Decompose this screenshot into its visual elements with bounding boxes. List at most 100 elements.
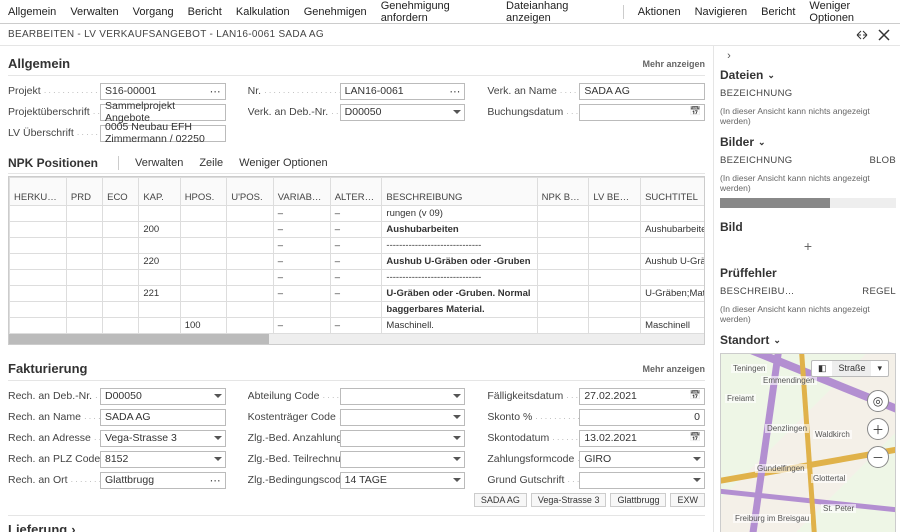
map-zoom-in-button[interactable]: ＋ xyxy=(867,418,889,440)
field-label: Skontodatum xyxy=(487,432,579,444)
field-input[interactable]: 8152 xyxy=(100,451,226,468)
factbox-bild[interactable]: Bild xyxy=(720,214,896,236)
map-city-label: Waldkirch xyxy=(813,430,852,439)
grid-col-header[interactable]: ALTERN. VAR. ERL. xyxy=(330,178,382,206)
map-zoom-out-button[interactable]: － xyxy=(867,446,889,468)
section-fakturierung: Fakturierung Mehr anzeigen xyxy=(8,355,705,381)
menu-item[interactable]: Vorgang xyxy=(133,6,174,18)
field-label: Rech. an PLZ Code/Ort xyxy=(8,453,100,465)
grid-col-header[interactable]: HERKUN… xyxy=(10,178,67,206)
map-layer-toggle[interactable]: ◧Straße▾ xyxy=(811,360,889,377)
projekt-input[interactable]: S16-00001 xyxy=(100,83,226,100)
grid-col-header[interactable]: LV BEGINN UNTERN… xyxy=(589,178,641,206)
factbox-bilder[interactable]: Bilder⌄ xyxy=(720,129,896,151)
field-input[interactable] xyxy=(340,430,466,447)
verk-deb-input[interactable]: D00050 xyxy=(340,104,466,121)
buchungsdatum-input[interactable] xyxy=(579,104,705,121)
table-row[interactable]: ––------------------------------ xyxy=(10,270,705,286)
chip[interactable]: SADA AG xyxy=(474,493,527,507)
field-label: Zlg.-Bedingungscode xyxy=(248,474,340,486)
field-input[interactable]: Glattbrugg xyxy=(100,472,226,489)
factbox-standort[interactable]: Standort⌄ xyxy=(720,327,896,349)
nr-input[interactable]: LAN16-0061 xyxy=(340,83,466,100)
verk-name-input[interactable]: SADA AG xyxy=(579,83,705,100)
field-label: Zlg.-Bed. Teilrechnung xyxy=(248,453,340,465)
grid-col-header[interactable]: NPK BEGINN UNTERN… xyxy=(537,178,589,206)
grid-col-header[interactable]: BESCHREIBUNG xyxy=(382,178,537,206)
field-input[interactable] xyxy=(340,388,466,405)
table-row[interactable]: 221––U-Gräben oder -Gruben. NormalU-Gräb… xyxy=(10,286,705,302)
field-label: Fälligkeitsdatum xyxy=(487,390,579,402)
field-input[interactable]: 0 xyxy=(579,409,705,426)
field-label: Rech. an Ort xyxy=(8,474,100,486)
table-row[interactable]: ––rungen (v 09) xyxy=(10,206,705,222)
lvueberschrift-input[interactable]: 0005 Neubau EFH Zimmermann / 02250 xyxy=(100,125,226,142)
page-title-bar: BEARBEITEN - LV VERKAUFSANGEBOT - LAN16-… xyxy=(0,24,900,46)
grid-col-header[interactable]: KAP. xyxy=(139,178,180,206)
menu-item[interactable]: Bericht xyxy=(188,6,222,18)
menu-item[interactable]: Navigieren xyxy=(695,6,748,18)
grid-col-header[interactable]: PRD xyxy=(66,178,102,206)
h-scrollbar[interactable] xyxy=(720,198,896,208)
field-input[interactable] xyxy=(340,409,466,426)
menu-item[interactable]: Kalkulation xyxy=(236,6,290,18)
npk-menu-item[interactable]: Weniger Optionen xyxy=(239,157,327,169)
grid-col-header[interactable]: U'POS. xyxy=(227,178,274,206)
section-lieferung[interactable]: Lieferung› xyxy=(8,515,705,532)
field-label: Grund Gutschrift xyxy=(487,474,579,486)
top-menu-bar: Allgemein Verwalten Vorgang Bericht Kalk… xyxy=(0,0,900,24)
main-content: Allgemein Mehr anzeigen ProjektS16-00001… xyxy=(0,46,714,532)
npk-menu-item[interactable]: Verwalten xyxy=(135,157,183,169)
menu-item[interactable]: Bericht xyxy=(761,6,795,18)
field-input[interactable]: D00050 xyxy=(100,388,226,405)
map-city-label: Glottertal xyxy=(811,474,847,483)
table-row[interactable]: 100––Maschinell.Maschinell1 xyxy=(10,318,705,334)
menu-item[interactable]: Aktionen xyxy=(638,6,681,18)
menu-item[interactable]: Genehmigung anfordern xyxy=(381,0,492,24)
npk-menu-item[interactable]: Zeile xyxy=(199,157,223,169)
grid-col-header[interactable]: ECO xyxy=(103,178,139,206)
menu-item[interactable]: Dateianhang anzeigen xyxy=(506,0,609,24)
map-city-label: Gundelfingen xyxy=(755,464,807,473)
field-label: Rech. an Deb.-Nr. xyxy=(8,390,100,402)
show-more-link[interactable]: Mehr anzeigen xyxy=(642,364,705,374)
field-input[interactable]: SADA AG xyxy=(100,409,226,426)
page-title: BEARBEITEN - LV VERKAUFSANGEBOT - LAN16-… xyxy=(8,29,324,40)
field-input[interactable] xyxy=(579,472,705,489)
collapse-icon[interactable] xyxy=(854,27,870,43)
factbox-dateien[interactable]: Dateien⌄ xyxy=(720,62,896,84)
close-icon[interactable] xyxy=(876,27,892,43)
menu-item[interactable]: Weniger Optionen xyxy=(809,0,892,24)
field-input[interactable]: Vega-Strasse 3 xyxy=(100,430,226,447)
add-image-button[interactable]: + xyxy=(720,236,896,260)
factbox-toggle-icon[interactable]: › xyxy=(720,50,738,62)
field-input[interactable]: 27.02.2021 xyxy=(579,388,705,405)
field-label: Rech. an Name xyxy=(8,411,100,423)
table-row[interactable]: 220––Aushub U-Gräben oder -GrubenAushub … xyxy=(10,254,705,270)
grid-col-header[interactable]: VARIABLE… xyxy=(273,178,330,206)
menu-item[interactable]: Genehmigen xyxy=(304,6,367,18)
npk-grid[interactable]: HERKUN…PRDECOKAP.HPOS.U'POS.VARIABLE…ALT… xyxy=(8,176,705,345)
grid-h-scrollbar[interactable] xyxy=(9,334,704,344)
show-more-link[interactable]: Mehr anzeigen xyxy=(642,59,705,69)
table-row[interactable]: baggerbares Material. xyxy=(10,302,705,318)
grid-col-header[interactable]: SUCHTITEL xyxy=(641,178,704,206)
chip[interactable]: Vega-Strasse 3 xyxy=(531,493,607,507)
menu-item[interactable]: Allgemein xyxy=(8,6,56,18)
field-input[interactable]: 14 TAGE xyxy=(340,472,466,489)
projektueberschrift-input[interactable]: Sammelprojekt Angebote xyxy=(100,104,226,121)
field-label: Rech. an Adresse xyxy=(8,432,100,444)
field-input[interactable]: 13.02.2021 xyxy=(579,430,705,447)
grid-col-header[interactable]: HPOS. xyxy=(180,178,227,206)
map-locate-button[interactable]: ◎ xyxy=(867,390,889,412)
map-widget[interactable]: Teningen Emmendingen Freiamt Denzlingen … xyxy=(720,353,896,532)
factbox-prueffehler[interactable]: Prüffehler xyxy=(720,260,896,282)
table-row[interactable]: ––------------------------------ xyxy=(10,238,705,254)
chip[interactable]: Glattbrugg xyxy=(610,493,666,507)
menu-item[interactable]: Verwalten xyxy=(70,6,118,18)
table-row[interactable]: 200––AushubarbeitenAushubarbeiten Kanali… xyxy=(10,222,705,238)
field-input[interactable] xyxy=(340,451,466,468)
chip[interactable]: EXW xyxy=(670,493,705,507)
field-input[interactable]: GIRO xyxy=(579,451,705,468)
empty-note: (In dieser Ansicht kann nichts angezeigt… xyxy=(720,301,896,327)
